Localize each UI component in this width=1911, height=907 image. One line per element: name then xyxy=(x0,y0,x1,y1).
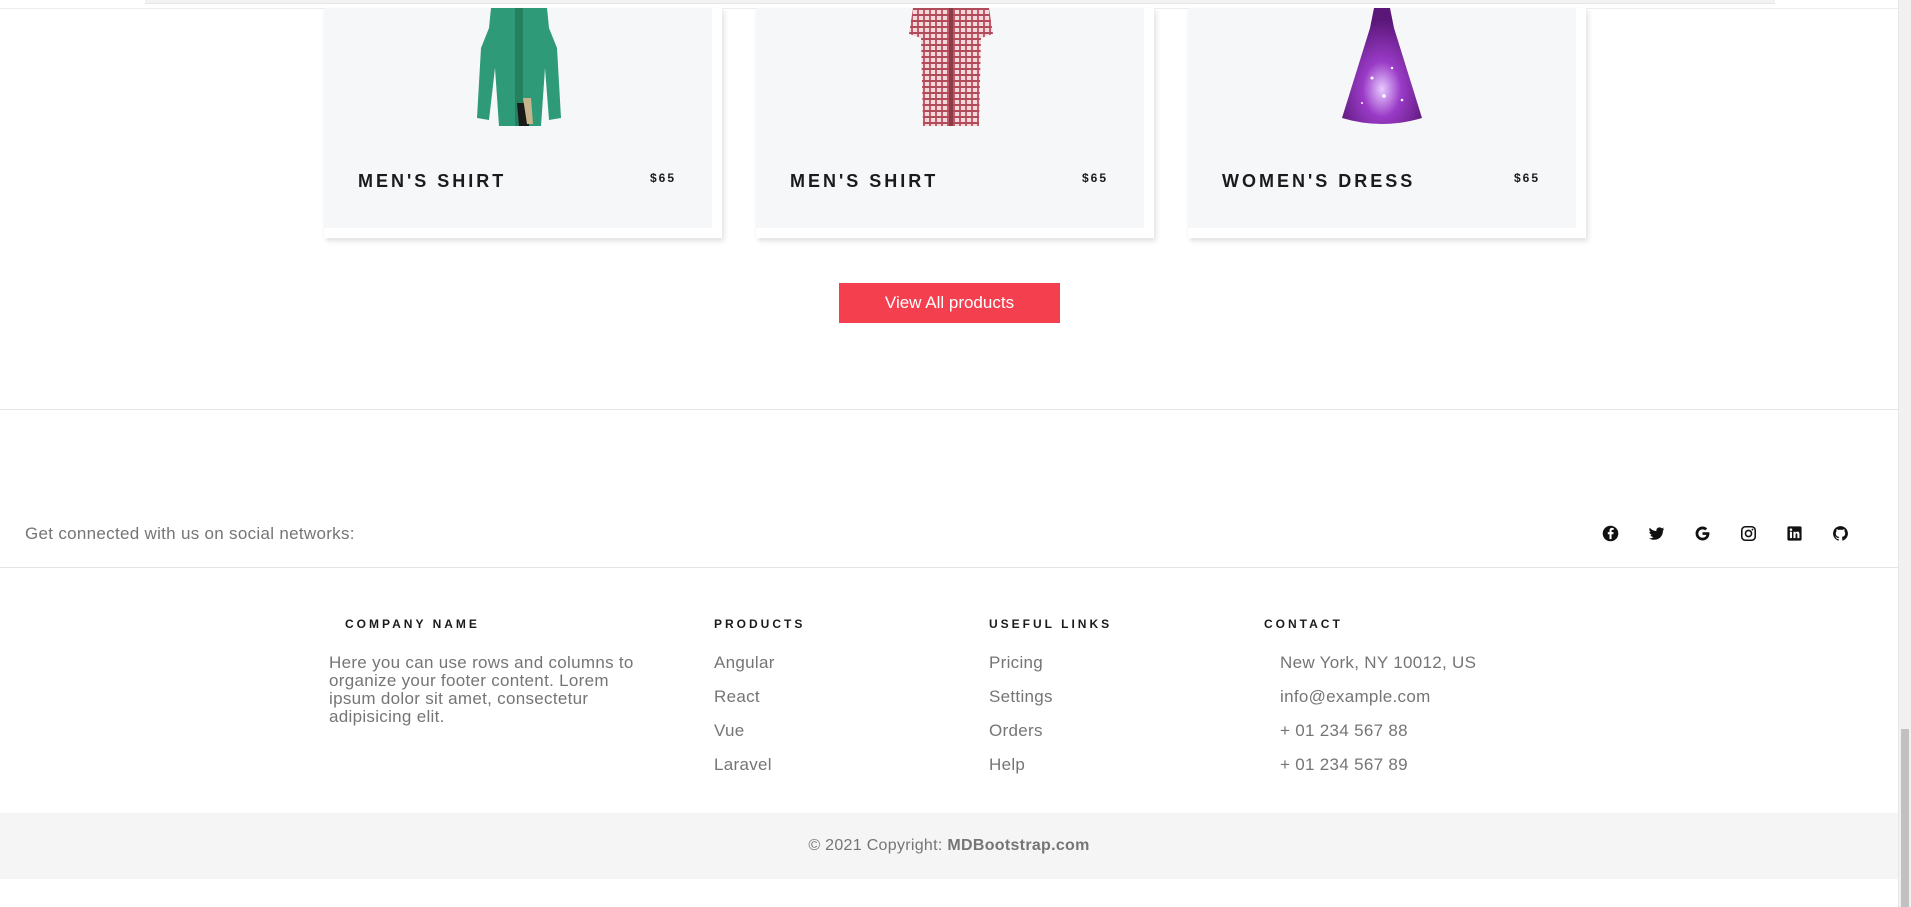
product-card-body: MEN'S SHIRT $65 xyxy=(756,8,1144,228)
product-price: $65 xyxy=(1513,171,1540,185)
product-card[interactable]: WOMEN'S DRESS $65 xyxy=(1188,8,1586,238)
company-name-heading: COMPANY NAME xyxy=(345,617,480,631)
scrollbar-thumb[interactable] xyxy=(1901,729,1909,907)
products-heading: PRODUCTS xyxy=(714,617,806,631)
product-price: $65 xyxy=(1081,171,1108,185)
copyright-prefix: © 2021 Copyright: xyxy=(808,837,943,854)
view-all-products-button[interactable]: View All products xyxy=(839,283,1060,323)
product-price: $65 xyxy=(649,171,676,185)
footer-link-react[interactable]: React xyxy=(714,687,760,707)
github-icon[interactable] xyxy=(1828,521,1852,545)
contact-phone-1: + 01 234 567 88 xyxy=(1280,721,1408,740)
product-title: MEN'S SHIRT xyxy=(790,171,939,191)
linkedin-icon[interactable] xyxy=(1782,521,1806,545)
footer-link-help[interactable]: Help xyxy=(989,755,1025,775)
company-description: Here you can use rows and columns to org… xyxy=(329,653,634,726)
product-card-body: WOMEN'S DRESS $65 xyxy=(1188,8,1576,228)
twitter-icon[interactable] xyxy=(1644,521,1668,545)
google-icon[interactable] xyxy=(1690,521,1714,545)
top-bar xyxy=(145,0,1775,4)
social-icons xyxy=(1598,521,1852,545)
contact-heading: CONTACT xyxy=(1264,617,1343,631)
checked-shirt-image xyxy=(909,8,993,126)
copyright-bar: © 2021 Copyright: MDBootstrap.com xyxy=(0,813,1898,879)
page-scrollbar[interactable] xyxy=(1898,0,1911,907)
product-title: MEN'S SHIRT xyxy=(358,171,507,191)
product-card-body: MEN'S SHIRT $65 xyxy=(324,8,712,228)
footer: Get connected with us on social networks… xyxy=(0,409,1898,907)
facebook-icon[interactable] xyxy=(1598,521,1622,545)
contact-email: info@example.com xyxy=(1280,687,1431,706)
useful-links-heading: USEFUL LINKS xyxy=(989,617,1113,631)
footer-link-orders[interactable]: Orders xyxy=(989,721,1043,741)
green-shirt-image xyxy=(477,8,561,126)
product-title: WOMEN'S DRESS xyxy=(1222,171,1416,191)
social-networks-text: Get connected with us on social networks… xyxy=(25,524,355,543)
copyright-brand-link[interactable]: MDBootstrap.com xyxy=(947,837,1089,854)
product-card[interactable]: MEN'S SHIRT $65 xyxy=(756,8,1154,238)
contact-address: New York, NY 10012, US xyxy=(1280,653,1477,672)
instagram-icon[interactable] xyxy=(1736,521,1760,545)
footer-link-vue[interactable]: Vue xyxy=(714,721,745,741)
footer-link-settings[interactable]: Settings xyxy=(989,687,1053,707)
social-section: Get connected with us on social networks… xyxy=(0,410,1898,568)
purple-dress-image xyxy=(1342,8,1422,124)
footer-link-angular[interactable]: Angular xyxy=(714,653,775,673)
product-card[interactable]: MEN'S SHIRT $65 xyxy=(324,8,722,238)
footer-link-laravel[interactable]: Laravel xyxy=(714,755,772,775)
copyright-text: © 2021 Copyright: MDBootstrap.com xyxy=(0,837,1898,855)
contact-phone-2: + 01 234 567 89 xyxy=(1280,755,1408,774)
footer-link-pricing[interactable]: Pricing xyxy=(989,653,1043,673)
